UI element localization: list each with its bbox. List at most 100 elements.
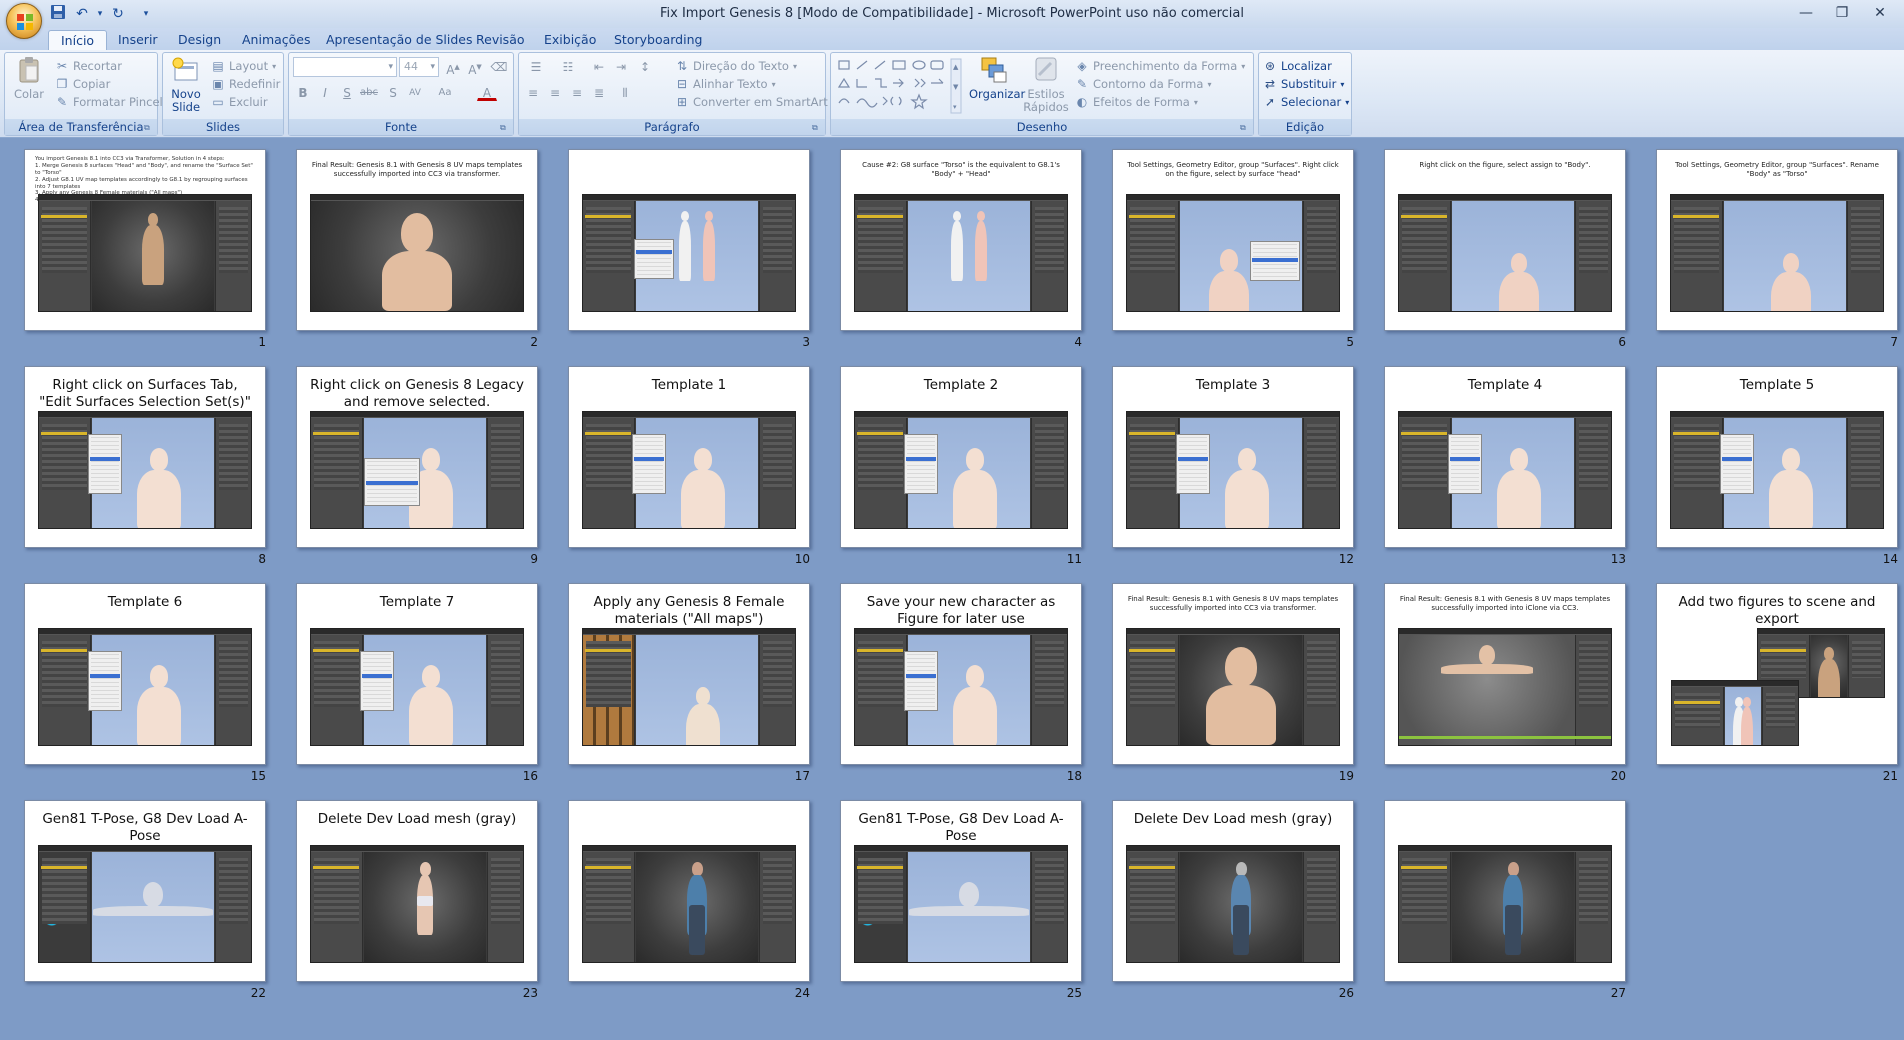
slide-thumbnail[interactable]: Delete Dev Load mesh (gray) (1112, 800, 1354, 982)
bold-icon[interactable]: B (293, 83, 313, 101)
slide-thumbnail[interactable]: Template 2 (840, 366, 1082, 548)
shapes-gallery[interactable]: ▲ ▼ ▾ (835, 57, 963, 115)
char-spacing-icon[interactable]: AV (405, 83, 425, 101)
shape-effects-button[interactable]: ◐ Efeitos de Forma ▾ (1075, 93, 1198, 111)
clipboard-launcher-icon[interactable]: ⧉ (144, 123, 154, 133)
slide-thumbnail[interactable]: Template 3 (1112, 366, 1354, 548)
slide-thumbnail[interactable]: Final Result: Genesis 8.1 with Genesis 8… (296, 149, 538, 331)
slide-thumbnail[interactable]: Add two figures to scene and export (1656, 583, 1898, 765)
slide-thumbnail[interactable]: Template 7 (296, 583, 538, 765)
slide-thumbnail[interactable]: Final Result: Genesis 8.1 with Genesis 8… (1112, 583, 1354, 765)
slide-screenshot (310, 194, 524, 312)
font-launcher-icon[interactable]: ⧉ (500, 123, 510, 133)
slide-thumbnail[interactable]: Cause #2: G8 surface "Torso" is the equi… (840, 149, 1082, 331)
change-case-icon[interactable]: Aa (435, 83, 455, 101)
minimize-icon[interactable]: — (1788, 2, 1824, 24)
slide-thumbnail[interactable] (568, 800, 810, 982)
context-menu (360, 651, 394, 711)
text-direction-button[interactable]: ⇅ Direção do Texto ▾ (675, 57, 797, 75)
slide-title: Tool Settings, Geometry Editor, group "S… (1675, 161, 1879, 178)
underline-icon[interactable]: S (337, 83, 357, 101)
tab-inserir[interactable]: Inserir (106, 30, 170, 50)
font-name-combo[interactable] (293, 57, 397, 77)
paste-button[interactable]: Colar (11, 55, 47, 101)
italic-icon[interactable]: I (315, 83, 335, 101)
new-slide-button[interactable]: Novo Slide (167, 55, 205, 114)
columns-icon[interactable]: ⫴ (615, 83, 635, 101)
increase-indent-icon[interactable]: ⇥ (611, 57, 631, 75)
slide-thumbnail[interactable]: Right click on Genesis 8 Legacy and remo… (296, 366, 538, 548)
grow-font-icon[interactable]: A▲ (443, 57, 463, 77)
align-center-icon[interactable]: ≡ (545, 83, 565, 101)
delete-slide-button[interactable]: ▭ Excluir (211, 93, 267, 111)
slide-thumbnail[interactable]: Delete Dev Load mesh (gray) (296, 800, 538, 982)
slide-thumbnail[interactable]: Apply any Genesis 8 Female materials ("A… (568, 583, 810, 765)
tab-apresentacao[interactable]: Apresentação de Slides (314, 30, 485, 50)
slide-thumbnail[interactable]: Template 5 (1656, 366, 1898, 548)
arrange-button[interactable]: Organizar (969, 55, 1025, 101)
slide-thumbnail[interactable]: You import Genesis 8.1 into CC3 via Tran… (24, 149, 266, 331)
tab-animacoes[interactable]: Animações (230, 30, 323, 50)
line-spacing-icon[interactable]: ↕ (635, 57, 655, 75)
slide-title: Final Result: Genesis 8.1 with Genesis 8… (311, 161, 523, 178)
slide-thumbnail[interactable] (568, 149, 810, 331)
tab-design[interactable]: Design (166, 30, 233, 50)
layout-button[interactable]: ▤ Layout ▾ (211, 57, 276, 75)
numbering-icon[interactable]: ☷ (555, 57, 581, 75)
slide-thumbnail[interactable]: Template 1 (568, 366, 810, 548)
slide-thumbnail[interactable]: Right click on Surfaces Tab, "Edit Surfa… (24, 366, 266, 548)
menu-highlight (90, 457, 120, 461)
select-button[interactable]: ➚ Selecionar ▾ (1263, 93, 1349, 111)
paragraph-launcher-icon[interactable]: ⧉ (812, 123, 822, 133)
slide-screenshot (582, 628, 796, 746)
new-slide-icon (172, 57, 198, 81)
context-menu (632, 434, 666, 494)
align-text-button[interactable]: ⊟ Alinhar Texto ▾ (675, 75, 776, 93)
reset-button[interactable]: ▣ Redefinir (211, 75, 280, 93)
shape-outline-button[interactable]: ✎ Contorno da Forma ▾ (1075, 75, 1211, 93)
shape-fill-button[interactable]: ◈ Preenchimento da Forma ▾ (1075, 57, 1245, 75)
shrink-font-icon[interactable]: A▼ (465, 57, 485, 77)
copy-button[interactable]: ❐ Copiar (55, 75, 111, 93)
align-left-icon[interactable]: ≡ (523, 83, 543, 101)
slide-thumbnail[interactable]: Final Result: Genesis 8.1 with Genesis 8… (1384, 583, 1626, 765)
close-icon[interactable]: ✕ (1862, 2, 1898, 24)
slide-thumbnail[interactable]: Right click on the figure, select assign… (1384, 149, 1626, 331)
tab-exibicao[interactable]: Exibição (532, 30, 608, 50)
slide-screenshot (854, 194, 1068, 312)
strikethrough-icon[interactable]: abc (359, 83, 379, 101)
slide-thumbnail[interactable]: Tool Settings, Geometry Editor, group "S… (1112, 149, 1354, 331)
format-painter-button[interactable]: ✎ Formatar Pincel (55, 93, 163, 111)
tab-inicio[interactable]: Início (48, 30, 108, 50)
quick-styles-button[interactable]: Estilos Rápidos (1023, 55, 1069, 114)
slide-thumbnail[interactable]: Gen81 T-Pose, G8 Dev Load A-Pose (840, 800, 1082, 982)
decrease-indent-icon[interactable]: ⇤ (589, 57, 609, 75)
drawing-launcher-icon[interactable]: ⧉ (1240, 123, 1250, 133)
context-menu (634, 239, 674, 279)
figure-body (678, 220, 691, 281)
font-size-combo[interactable]: 44 (399, 57, 439, 77)
find-button[interactable]: ⊛ Localizar (1263, 57, 1332, 75)
app-left-panel (583, 418, 635, 528)
tab-revisao[interactable]: Revisão (464, 30, 537, 50)
slide-thumbnail[interactable] (1384, 800, 1626, 982)
shadow-icon[interactable]: S (383, 83, 403, 101)
slide-thumbnail[interactable]: Tool Settings, Geometry Editor, group "S… (1656, 149, 1898, 331)
slide-thumbnail[interactable]: Gen81 T-Pose, G8 Dev Load A-Pose (24, 800, 266, 982)
office-button[interactable] (6, 3, 42, 39)
restore-icon[interactable]: ❐ (1824, 2, 1860, 24)
justify-icon[interactable]: ≣ (589, 83, 609, 101)
tab-storyboarding[interactable]: Storyboarding (602, 30, 714, 50)
cut-button[interactable]: ✂ Recortar (55, 57, 122, 75)
slide-thumbnail[interactable]: Template 4 (1384, 366, 1626, 548)
bullets-icon[interactable]: ☰ (523, 57, 549, 75)
replace-button[interactable]: ⇄ Substituir ▾ (1263, 75, 1344, 93)
font-color-icon[interactable]: A (477, 83, 497, 101)
context-menu (1720, 434, 1754, 494)
smartart-button[interactable]: ⊞Converter em SmartArt▾ (675, 93, 836, 111)
panel-highlight (1401, 432, 1447, 435)
clear-format-icon[interactable]: ⌫ (489, 57, 509, 75)
slide-thumbnail[interactable]: Template 6 (24, 583, 266, 765)
align-right-icon[interactable]: ≡ (567, 83, 587, 101)
slide-thumbnail[interactable]: Save your new character as Figure for la… (840, 583, 1082, 765)
